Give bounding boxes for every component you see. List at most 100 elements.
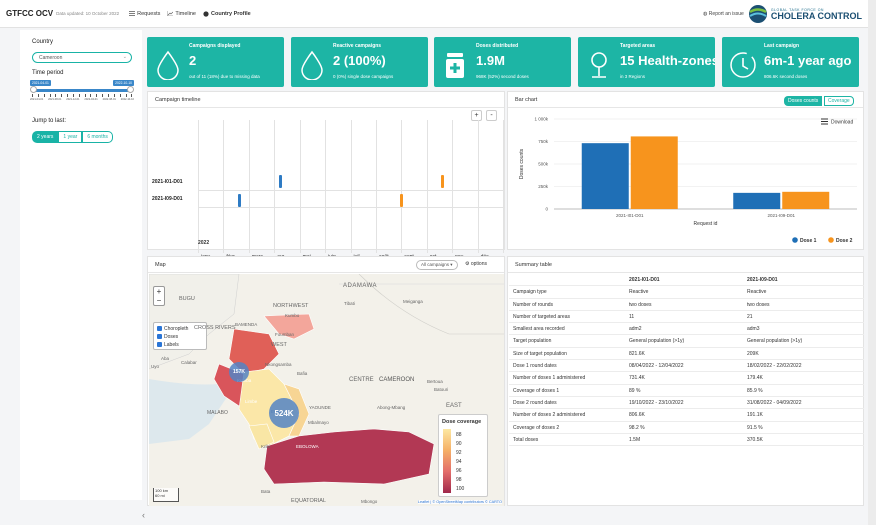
map-place-label: Bafia: [297, 371, 308, 376]
cholera-control-logo: GLOBAL TASK FORCE ON CHOLERA CONTROL: [748, 4, 862, 24]
slider-tick-label: 2022-04-01: [84, 98, 98, 101]
checkbox-checked-icon[interactable]: [157, 333, 162, 339]
table-row: Total doses 1.5M 370.5K: [509, 434, 864, 447]
map-place-label: Batouri: [434, 387, 449, 392]
legend-label[interactable]: Dose 2: [836, 238, 853, 244]
app-brand[interactable]: GTFCC OCV: [6, 9, 53, 18]
timeline-gridline: [452, 120, 453, 253]
timeline-row-label: 2021-I09-D01: [152, 196, 183, 202]
map-options-button[interactable]: ⚙ options: [465, 261, 487, 267]
table-cell: General population (>1y): [747, 338, 803, 345]
timeline-gridline: [375, 120, 377, 253]
download-button[interactable]: Download: [831, 120, 853, 126]
tab-coverage[interactable]: Coverage: [824, 96, 854, 106]
slider-tick-label: 2022-08-01: [102, 98, 116, 101]
x-tick-label: 2021-I01-D01: [616, 213, 644, 218]
row-label: Total doses: [513, 436, 539, 443]
collapse-sidebar-icon[interactable]: ‹: [142, 510, 145, 520]
row-label: Dose 1 round dates: [513, 363, 557, 370]
layer-labels[interactable]: Labels: [157, 341, 203, 349]
timeline-dose-mark[interactable]: [279, 175, 283, 188]
slider-end-handle[interactable]: [127, 86, 134, 93]
list-icon: [129, 11, 136, 16]
jump-1-year-button[interactable]: 1 year: [58, 131, 83, 143]
bar-dose-1[interactable]: [733, 192, 781, 209]
timeline-gridline: [401, 120, 402, 253]
app-page: GTFCC OCV Data updated: 10 October 2022 …: [0, 0, 868, 525]
dose-bubble-marker[interactable]: 157K: [229, 362, 249, 382]
nav-link-label: Country Profile: [211, 10, 251, 17]
table-cell: 18/02/2022 - 22/02/2022: [747, 363, 802, 370]
timeline-gridline: [274, 120, 275, 253]
table-row: Number of targeted areas 11 21: [509, 311, 864, 324]
timeline-gridline: [477, 120, 479, 253]
nav-link-requests[interactable]: Requests: [129, 11, 160, 17]
card-value: 2: [189, 53, 197, 68]
map-panel-header: Map All campaigns ▾ ⚙ options: [148, 257, 504, 273]
map-attribution[interactable]: Leaflet | © OpenStreetMap contributors ©…: [417, 500, 502, 504]
legend-value: 88: [456, 432, 462, 438]
legend-label[interactable]: Dose 1: [800, 238, 817, 244]
y-axis-title: Doses counts: [519, 148, 525, 179]
slider-tick-labels: 2021-04-01 2021-08-01 2021-12-01 2022-04…: [30, 98, 134, 101]
timeline-grid: janv.févr.marsavr.maijuinjuil.aoûtsept.o…: [198, 120, 504, 260]
country-label: Country: [32, 39, 54, 45]
summary-table-header: Summary table: [508, 257, 863, 273]
card-value: 2 (100%): [333, 53, 386, 68]
dose-bubble-marker[interactable]: 524K: [269, 398, 299, 428]
tab-doses-counts[interactable]: Doses counts: [784, 96, 823, 106]
map-place-label: Nkongsamba: [265, 362, 292, 367]
nav-link-timeline[interactable]: Timeline: [167, 11, 196, 17]
checkbox-checked-icon[interactable]: [157, 341, 162, 347]
timeline-gridline: [299, 120, 301, 253]
time-period-slider[interactable]: 2021-04-01 2022-10-10 2021-04-01 2021-08…: [30, 80, 134, 102]
table-row: Number of doses 1 administered 731.4K 179.…: [509, 372, 864, 385]
map-zoom-out-button[interactable]: −: [154, 296, 164, 305]
row-label: Number of targeted areas: [513, 313, 570, 320]
row-label: Number of rounds: [513, 301, 554, 308]
map-place-label: Meiganga: [403, 299, 423, 304]
slider-track[interactable]: [32, 89, 132, 92]
bar-dose-1[interactable]: [581, 143, 629, 209]
time-period-label: Time period: [32, 70, 64, 76]
table-row: Number of rounds two doses two doses: [509, 299, 864, 311]
campaign-filter-select[interactable]: All campaigns ▾: [416, 260, 458, 270]
legend-color-ramp: [443, 429, 451, 493]
slider-tick-label: 2021-08-01: [48, 98, 62, 101]
card-subtitle: 806.6K second doses: [764, 74, 808, 79]
row-label: Number of doses 2 administered: [513, 412, 586, 419]
legend-value: 92: [456, 450, 462, 456]
map-zoom-in-button[interactable]: +: [154, 287, 164, 296]
country-select-value: Cameroon: [39, 55, 63, 61]
panel-title: Bar chart: [515, 97, 538, 103]
report-issue-link[interactable]: ◍ Report an issue: [703, 11, 744, 17]
slider-start-handle[interactable]: [30, 86, 37, 93]
table-cell: 731.4K: [629, 375, 645, 382]
timeline-dose-mark[interactable]: [441, 175, 445, 188]
timeline-gridline: [503, 120, 504, 253]
country-select[interactable]: Cameroon ⌄: [32, 52, 132, 63]
timeline-dose-mark[interactable]: [400, 194, 404, 207]
jump-6-months-button[interactable]: 6 months: [82, 131, 113, 143]
layer-doses[interactable]: Doses: [157, 333, 203, 341]
map-place-label: Bertoua: [427, 379, 443, 384]
card-subtitle: in 3 Regions: [620, 74, 646, 79]
row-label: Size of target population: [513, 350, 567, 357]
table-cell: two doses: [747, 301, 770, 308]
map-canvas[interactable]: + − Choropleth Doses Labels ADAMAWA NORT…: [149, 274, 504, 506]
row-label: Campaign type: [513, 289, 547, 296]
card-value: 15 Health-zones: [620, 53, 715, 68]
bar-dose-2[interactable]: [630, 136, 678, 209]
card-subtitle: out of 11 (18%) due to missing data: [189, 74, 260, 79]
map-place-label: Bata: [261, 489, 271, 494]
timeline-year-label: 2022: [198, 240, 210, 246]
timeline-dose-mark[interactable]: [238, 194, 242, 207]
bar-dose-2[interactable]: [782, 191, 830, 209]
nav-link-country-profile[interactable]: Country Profile: [203, 11, 251, 17]
checkbox-checked-icon[interactable]: [157, 325, 162, 331]
hamburger-icon[interactable]: [821, 118, 828, 125]
layer-label: Labels: [164, 342, 179, 348]
github-icon: ◍: [703, 11, 708, 17]
jump-2-years-button[interactable]: 2 years: [32, 131, 59, 143]
table-cell: 98.2 %: [629, 424, 645, 431]
